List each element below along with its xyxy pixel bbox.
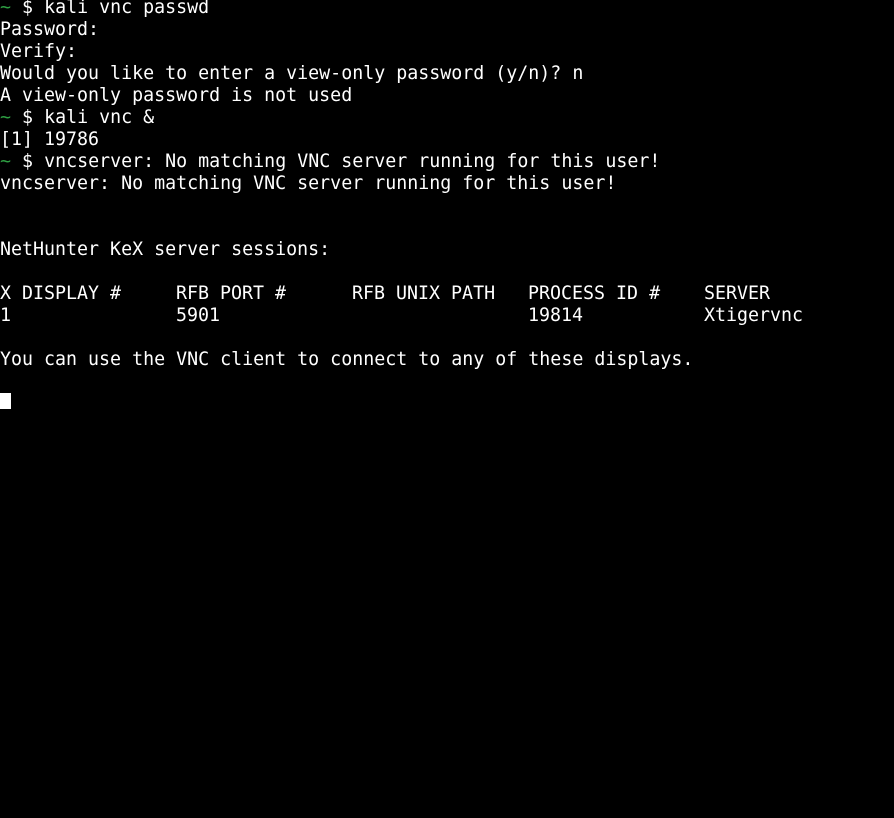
sessions-heading: NetHunter KeX server sessions: [0,239,331,260]
terminal-line-output: [1] 19786 [0,129,100,150]
sessions-table: X DISPLAY # RFB PORT # RFB UNIX PATH PRO… [0,283,894,726]
table-cell-server: Xtigervnc [704,305,804,326]
table-header-unix-path: RFB UNIX PATH [352,283,496,304]
prompt-dollar: $ [22,151,34,172]
terminal-line-output: Password: [0,19,100,40]
prompt-tilde: ~ [0,151,12,172]
table-header-pid: PROCESS ID # [528,283,661,304]
terminal-line-output: A view-only password is not used [0,85,353,106]
prompt-dollar: $ [22,0,34,18]
prompt-dollar: $ [22,107,34,128]
table-header-server: SERVER [704,283,771,304]
terminal-line-output: You can use the VNC client to connect to… [0,349,694,370]
table-header-display: X DISPLAY # [0,283,122,304]
terminal-line-output: Verify: [0,41,78,62]
text-cursor [0,393,11,409]
terminal-line-output: Would you like to enter a view-only pass… [0,63,584,84]
command-text: kali vnc & [44,107,155,128]
terminal-line-command: ~ $ vncserver: No matching VNC server ru… [0,151,660,173]
table-cell-pid: 19814 [528,305,584,326]
terminal-line-command: ~ $ kali vnc & [0,107,154,129]
terminal-window[interactable]: ~ $ kali vnc passwd Password: Verify: Wo… [0,0,894,409]
command-text: kali vnc passwd [44,0,210,18]
command-text: vncserver: No matching VNC server runnin… [44,151,661,172]
terminal-line-command: ~ $ kali vnc passwd [0,0,209,19]
terminal-line-output: vncserver: No matching VNC server runnin… [0,173,617,194]
table-header-port: RFB PORT # [176,283,287,304]
table-cell-display: 1 [0,305,12,326]
prompt-tilde: ~ [0,0,12,18]
table-cell-port: 5901 [176,305,221,326]
prompt-tilde: ~ [0,107,12,128]
